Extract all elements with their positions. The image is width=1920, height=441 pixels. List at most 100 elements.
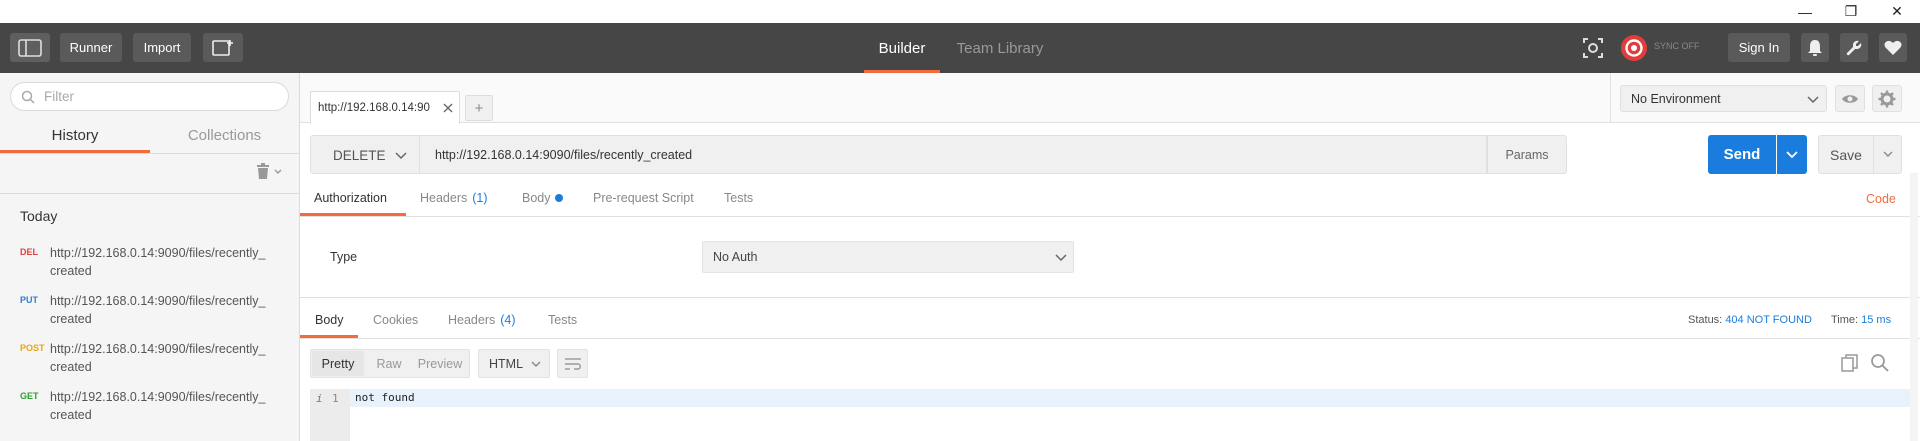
history-item-post[interactable]: POST http://192.168.0.14:9090/files/rece…: [0, 337, 299, 385]
sync-icon: [1621, 35, 1647, 61]
settings-wrench-button[interactable]: [1840, 33, 1868, 62]
response-tab-cookies-label: Cookies: [373, 313, 419, 327]
sync-status-label: SYNC OFF: [1654, 41, 1700, 51]
tab-collections[interactable]: Collections: [150, 118, 299, 152]
time-label: Time:: [1830, 314, 1859, 326]
tab-body-label: Body: [522, 191, 551, 205]
main-scrollbar[interactable]: [1910, 173, 1918, 441]
tab-builder-label: Builder: [878, 39, 926, 57]
close-tab-icon[interactable]: [443, 103, 453, 113]
main-panel: http://192.168.0.14:90 + No Environment …: [300, 73, 1920, 441]
headers-count: (1): [472, 191, 488, 205]
request-tab[interactable]: http://192.168.0.14:90: [310, 91, 460, 124]
chevron-down-icon: [274, 169, 282, 174]
wrap-lines-button[interactable]: [557, 349, 588, 378]
runner-button[interactable]: Runner: [60, 33, 122, 62]
favorite-button[interactable]: [1879, 33, 1907, 62]
trash-icon: [257, 163, 269, 179]
minimize-button[interactable]: —: [1782, 0, 1828, 23]
tab-headers-label: Headers: [420, 191, 468, 205]
tab-authorization[interactable]: Authorization: [314, 180, 387, 216]
filter-field[interactable]: Filter: [10, 82, 289, 111]
tab-team-library[interactable]: Team Library: [950, 23, 1050, 73]
response-tab-tests-label: Tests: [548, 313, 578, 327]
sidebar: Filter History Collections Today DEL htt…: [0, 73, 300, 441]
view-mode-preview[interactable]: Preview: [412, 351, 468, 376]
notifications-button[interactable]: [1801, 33, 1829, 62]
history-url: http://192.168.0.14:9090/files/recently_…: [50, 294, 266, 326]
body-indicator-dot: [554, 194, 563, 202]
params-button[interactable]: Params: [1487, 135, 1567, 174]
tab-history[interactable]: History: [0, 118, 150, 152]
response-tab-headers[interactable]: Headers (4): [448, 302, 516, 338]
response-tab-tests[interactable]: Tests: [548, 302, 577, 338]
environment-quick-look-button[interactable]: [1835, 85, 1865, 112]
send-button[interactable]: Send: [1708, 135, 1776, 174]
history-method: POST: [20, 343, 45, 353]
clear-history-button[interactable]: [256, 163, 286, 183]
filter-placeholder: Filter: [44, 89, 74, 104]
gear-icon: [1878, 90, 1896, 107]
tab-body[interactable]: Body: [522, 180, 563, 216]
history-item-get[interactable]: GET http://192.168.0.14:9090/files/recen…: [0, 385, 299, 433]
save-button[interactable]: Save: [1818, 135, 1874, 174]
format-select[interactable]: HTML: [478, 349, 550, 378]
url-value: http://192.168.0.14:9090/files/recently_…: [435, 148, 693, 162]
history-url: http://192.168.0.14:9090/files/recently_…: [50, 342, 266, 374]
tab-pre-request-script[interactable]: Pre-request Script: [593, 180, 694, 216]
env-divider: [1610, 73, 1611, 123]
response-headers-count: (4): [500, 313, 516, 327]
bell-icon: [1808, 39, 1822, 56]
history-item-put[interactable]: PUT http://192.168.0.14:9090/files/recen…: [0, 289, 299, 337]
import-button[interactable]: Import: [133, 33, 191, 62]
search-icon: [1871, 354, 1889, 372]
view-mode-raw[interactable]: Raw: [366, 351, 412, 376]
status-value: 404 NOT FOUND: [1725, 314, 1812, 326]
auth-type-select[interactable]: No Auth: [702, 241, 1074, 273]
environment-settings-button[interactable]: [1872, 85, 1902, 112]
tab-tests[interactable]: Tests: [724, 180, 753, 216]
method-select[interactable]: DELETE: [310, 135, 420, 174]
response-tab-cookies[interactable]: Cookies: [373, 302, 418, 338]
add-tab-button[interactable]: +: [465, 95, 493, 121]
code-link[interactable]: Code: [1866, 181, 1896, 217]
wrap-lines-icon: [564, 357, 581, 370]
chevron-down-icon: [1883, 151, 1892, 157]
response-tab-body[interactable]: Body: [315, 302, 344, 338]
history-method: DEL: [20, 247, 38, 257]
tab-pre-request-label: Pre-request Script: [593, 191, 694, 205]
save-options-button[interactable]: [1874, 135, 1902, 174]
sidebar-toggle-button[interactable]: [10, 33, 50, 62]
new-window-icon: [212, 39, 233, 56]
environment-select[interactable]: No Environment: [1620, 85, 1827, 112]
environment-value: No Environment: [1631, 92, 1721, 106]
satellite-icon: [1583, 38, 1603, 58]
tab-team-library-label: Team Library: [956, 39, 1044, 57]
copy-icon: [1841, 354, 1858, 372]
search-response-button[interactable]: [1870, 353, 1892, 375]
history-method: GET: [20, 391, 39, 401]
response-tab-headers-label: Headers: [448, 313, 496, 327]
sign-in-button[interactable]: Sign In: [1728, 33, 1790, 62]
tab-builder[interactable]: Builder: [864, 23, 940, 73]
line-number: 1: [332, 392, 339, 405]
wrench-icon: [1846, 40, 1862, 55]
view-mode-pretty[interactable]: Pretty: [312, 351, 364, 376]
interceptor-button[interactable]: [1580, 35, 1606, 61]
history-item-del[interactable]: DEL http://192.168.0.14:9090/files/recen…: [0, 241, 299, 289]
sync-button[interactable]: [1620, 34, 1648, 62]
response-tabs-divider: [300, 338, 1920, 339]
sidebar-tab-divider: [0, 153, 299, 154]
chevron-down-icon: [1786, 150, 1798, 158]
new-window-button[interactable]: [203, 33, 243, 62]
tab-headers[interactable]: Headers (1): [420, 180, 488, 216]
response-body-text[interactable]: not found: [355, 391, 415, 404]
url-input[interactable]: http://192.168.0.14:9090/files/recently_…: [420, 135, 1487, 174]
heart-icon: [1884, 40, 1902, 55]
close-button[interactable]: ✕: [1874, 0, 1920, 23]
copy-response-button[interactable]: [1840, 353, 1862, 375]
time-value: 15 ms: [1861, 314, 1892, 326]
chevron-down-icon: [1807, 96, 1819, 104]
send-options-button[interactable]: [1777, 135, 1807, 174]
restore-button[interactable]: ❐: [1828, 0, 1874, 23]
